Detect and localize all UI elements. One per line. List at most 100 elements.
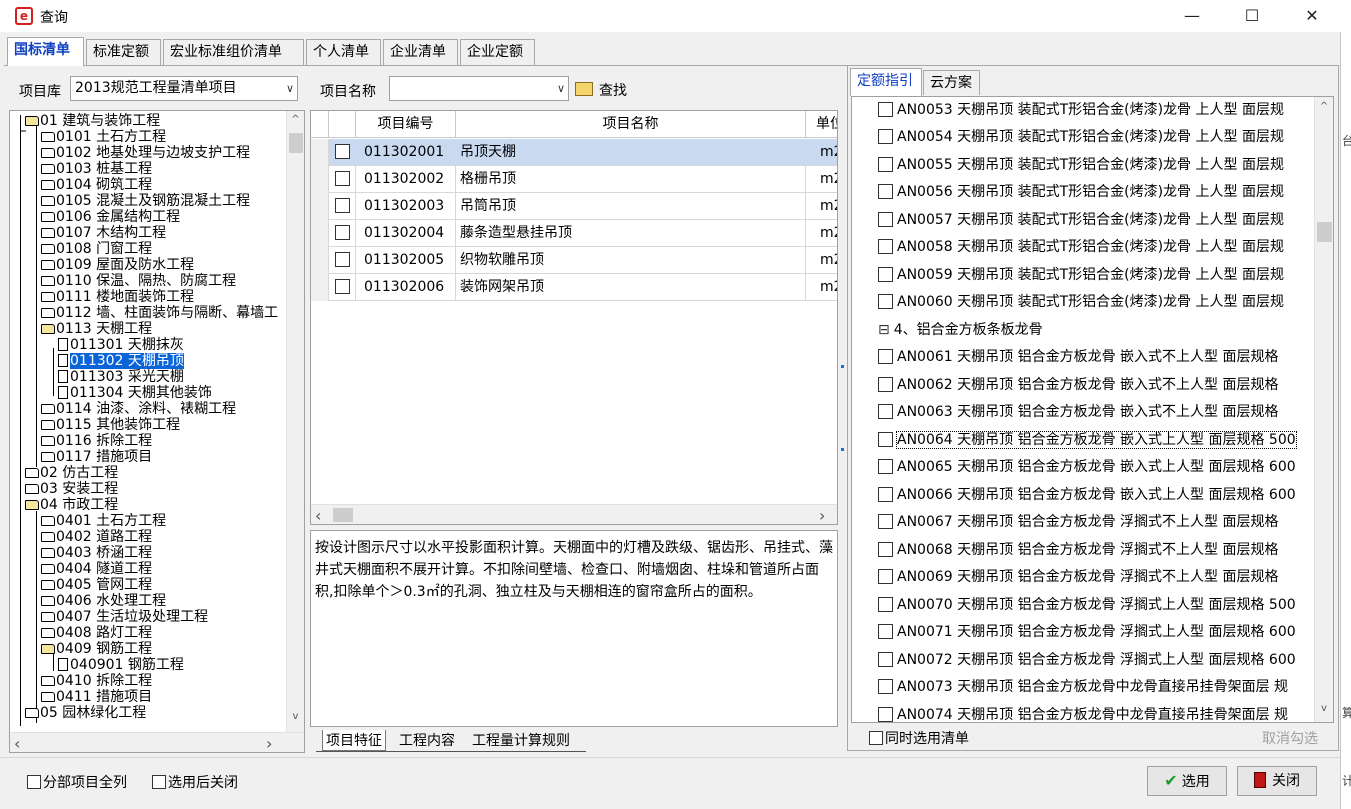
table-row[interactable]: 011302002 格栅吊顶 m2: [311, 166, 837, 193]
list-item[interactable]: AN0073 天棚吊顶 铝合金方板龙骨中龙骨直接吊挂骨架面层 规: [878, 674, 1288, 701]
expand-all-checkbox[interactable]: 分部项目全列: [27, 772, 127, 792]
list-item[interactable]: AN0063 天棚吊顶 铝合金方板龙骨 嵌入式不上人型 面层规格: [878, 399, 1278, 426]
checkbox-icon[interactable]: [878, 597, 893, 612]
quota-list-scrollbar[interactable]: ^ v: [1314, 97, 1333, 722]
tree-node[interactable]: 0110 保温、隔热、防腐工程: [41, 273, 236, 289]
table-row[interactable]: 011302004 藤条造型悬挂吊顶 m2: [311, 220, 837, 247]
checkbox-icon[interactable]: [878, 267, 893, 282]
list-item[interactable]: AN0055 天棚吊顶 装配式T形铝合金(烤漆)龙骨 上人型 面层规: [878, 152, 1284, 179]
scroll-thumb[interactable]: [289, 133, 303, 153]
collapse-icon[interactable]: ⊟: [878, 322, 890, 338]
list-item[interactable]: AN0058 天棚吊顶 装配式T形铝合金(烤漆)龙骨 上人型 面层规: [878, 234, 1284, 261]
tab-hongye-standard-list[interactable]: 宏业标准组价清单: [163, 39, 304, 65]
checkbox-icon[interactable]: [878, 377, 893, 392]
category-tree[interactable]: 01 建筑与装饰工程 0101 土石方工程 0102 地基处理与边坡支护工程 0…: [9, 110, 305, 753]
scroll-down-icon[interactable]: v: [1315, 703, 1333, 714]
tree-node[interactable]: 0401 土石方工程: [41, 513, 166, 529]
tree-node[interactable]: 0101 土石方工程: [41, 129, 166, 145]
row-checkbox[interactable]: [329, 220, 356, 247]
tree-node[interactable]: 0111 楼地面装饰工程: [41, 289, 194, 305]
checkbox-icon[interactable]: [878, 294, 893, 309]
bill-items-table[interactable]: 项目编号 项目名称 单位 011302001 吊顶天棚 m2 011302002…: [310, 110, 838, 525]
checkbox-icon[interactable]: [878, 487, 893, 502]
list-item[interactable]: AN0060 天棚吊顶 装配式T形铝合金(烤漆)龙骨 上人型 面层规: [878, 289, 1284, 316]
tree-node[interactable]: 0112 墙、柱面装饰与隔断、幕墙工: [41, 305, 278, 321]
row-checkbox[interactable]: [329, 139, 356, 166]
tree-node[interactable]: 0406 水处理工程: [41, 593, 166, 609]
scroll-up-icon[interactable]: ^: [287, 114, 304, 125]
list-item[interactable]: AN0053 天棚吊顶 装配式T形铝合金(烤漆)龙骨 上人型 面层规: [878, 97, 1284, 124]
checkbox-icon[interactable]: [878, 707, 893, 722]
list-item[interactable]: AN0057 天棚吊顶 装配式T形铝合金(烤漆)龙骨 上人型 面层规: [878, 207, 1284, 234]
row-checkbox[interactable]: [329, 274, 356, 301]
list-item[interactable]: AN0062 天棚吊顶 铝合金方板龙骨 嵌入式不上人型 面层规格: [878, 372, 1278, 399]
tree-node[interactable]: 0407 生活垃圾处理工程: [41, 609, 208, 625]
tree-node[interactable]: 0109 屋面及防水工程: [41, 257, 194, 273]
checkbox-icon[interactable]: [878, 102, 893, 117]
list-item[interactable]: AN0066 天棚吊顶 铝合金方板龙骨 嵌入式上人型 面层规格 600: [878, 482, 1296, 509]
scroll-right-icon[interactable]: ›: [819, 506, 825, 524]
tree-node[interactable]: 0115 其他装饰工程: [41, 417, 180, 433]
list-item[interactable]: AN0054 天棚吊顶 装配式T形铝合金(烤漆)龙骨 上人型 面层规: [878, 124, 1284, 151]
checkbox-icon[interactable]: [878, 459, 893, 474]
splitter[interactable]: [840, 360, 846, 460]
table-row[interactable]: 011302003 吊筒吊顶 m2: [311, 193, 837, 220]
list-group-header[interactable]: ⊟ 4、铝合金方板条板龙骨: [878, 317, 1043, 344]
close-button[interactable]: 关闭: [1237, 766, 1317, 796]
tab-standard-quota[interactable]: 标准定额: [86, 39, 161, 65]
list-item[interactable]: AN0056 天棚吊顶 装配式T形铝合金(烤漆)龙骨 上人型 面层规: [878, 179, 1284, 206]
checkbox-icon[interactable]: [878, 432, 893, 447]
column-header-unit[interactable]: 单位: [806, 111, 837, 138]
row-checkbox[interactable]: [329, 193, 356, 220]
column-header-code[interactable]: 项目编号: [356, 111, 456, 138]
tree-node[interactable]: 04 市政工程: [25, 497, 118, 513]
table-row[interactable]: 011302001 吊顶天棚 m2: [311, 139, 837, 166]
tree-node[interactable]: 0404 隧道工程: [41, 561, 152, 577]
tree-node[interactable]: 0405 管网工程: [41, 577, 152, 593]
list-item-focused[interactable]: AN0064 天棚吊顶 铝合金方板龙骨 嵌入式上人型 面层规格 500: [878, 427, 1297, 454]
also-select-list-checkbox[interactable]: 同时选用清单: [869, 728, 969, 748]
row-checkbox[interactable]: [329, 166, 356, 193]
tree-node[interactable]: 0410 拆除工程: [41, 673, 152, 689]
list-item[interactable]: AN0059 天棚吊顶 装配式T形铝合金(烤漆)龙骨 上人型 面层规: [878, 262, 1284, 289]
row-checkbox[interactable]: [329, 247, 356, 274]
list-item[interactable]: AN0074 天棚吊顶 铝合金方板龙骨中龙骨直接吊挂骨架面层 规: [878, 702, 1288, 722]
tree-node-selected[interactable]: 011302 天棚吊顶: [58, 353, 184, 369]
checkbox-icon[interactable]: [878, 404, 893, 419]
tree-node[interactable]: 01 建筑与装饰工程: [25, 113, 160, 129]
tree-node[interactable]: 0411 措施项目: [41, 689, 152, 705]
table-horizontal-scrollbar[interactable]: ‹ ›: [311, 504, 837, 524]
checkbox-icon[interactable]: [878, 239, 893, 254]
quota-list[interactable]: AN0053 天棚吊顶 装配式T形铝合金(烤漆)龙骨 上人型 面层规 AN005…: [851, 96, 1334, 723]
tree-node[interactable]: 0403 桥涵工程: [41, 545, 152, 561]
tab-cloud-plan[interactable]: 云方案: [923, 70, 980, 95]
checkbox-icon[interactable]: [878, 679, 893, 694]
minimize-button[interactable]: —: [1169, 0, 1215, 32]
tree-node[interactable]: 0106 金属结构工程: [41, 209, 180, 225]
tree-node[interactable]: 02 仿古工程: [25, 465, 118, 481]
scroll-left-icon[interactable]: ‹: [315, 506, 321, 524]
column-header-name[interactable]: 项目名称: [456, 111, 806, 138]
table-row[interactable]: 011302006 装饰网架吊顶 m2: [311, 274, 837, 301]
tab-quantity-rules[interactable]: 工程量计算规则: [469, 730, 573, 750]
tree-node[interactable]: 0103 桩基工程: [41, 161, 152, 177]
tree-node[interactable]: 0105 混凝土及钢筋混凝土工程: [41, 193, 250, 209]
list-item[interactable]: AN0065 天棚吊顶 铝合金方板龙骨 嵌入式上人型 面层规格 600: [878, 454, 1296, 481]
tab-enterprise-quota[interactable]: 企业定额: [460, 39, 535, 65]
tree-node[interactable]: 011304 天棚其他装饰: [58, 385, 212, 401]
close-after-select-checkbox[interactable]: 选用后关闭: [152, 772, 238, 792]
checkbox-icon[interactable]: [878, 349, 893, 364]
tree-node[interactable]: 0102 地基处理与边坡支护工程: [41, 145, 250, 161]
tab-enterprise-list[interactable]: 企业清单: [383, 39, 458, 65]
scroll-up-icon[interactable]: ^: [1315, 101, 1333, 112]
tab-item-features[interactable]: 项目特征: [322, 730, 386, 751]
tab-national-list[interactable]: 国标清单: [7, 37, 84, 66]
checkbox-icon[interactable]: [878, 212, 893, 227]
cancel-check-button[interactable]: 取消勾选: [1262, 728, 1318, 748]
tree-node[interactable]: 0107 木结构工程: [41, 225, 166, 241]
tree-node[interactable]: 0117 措施项目: [41, 449, 152, 465]
list-item[interactable]: AN0070 天棚吊顶 铝合金方板龙骨 浮搁式上人型 面层规格 500: [878, 592, 1296, 619]
tree-node[interactable]: 0408 路灯工程: [41, 625, 152, 641]
tree-node[interactable]: 0104 砌筑工程: [41, 177, 152, 193]
item-name-input[interactable]: ∨: [389, 76, 569, 101]
